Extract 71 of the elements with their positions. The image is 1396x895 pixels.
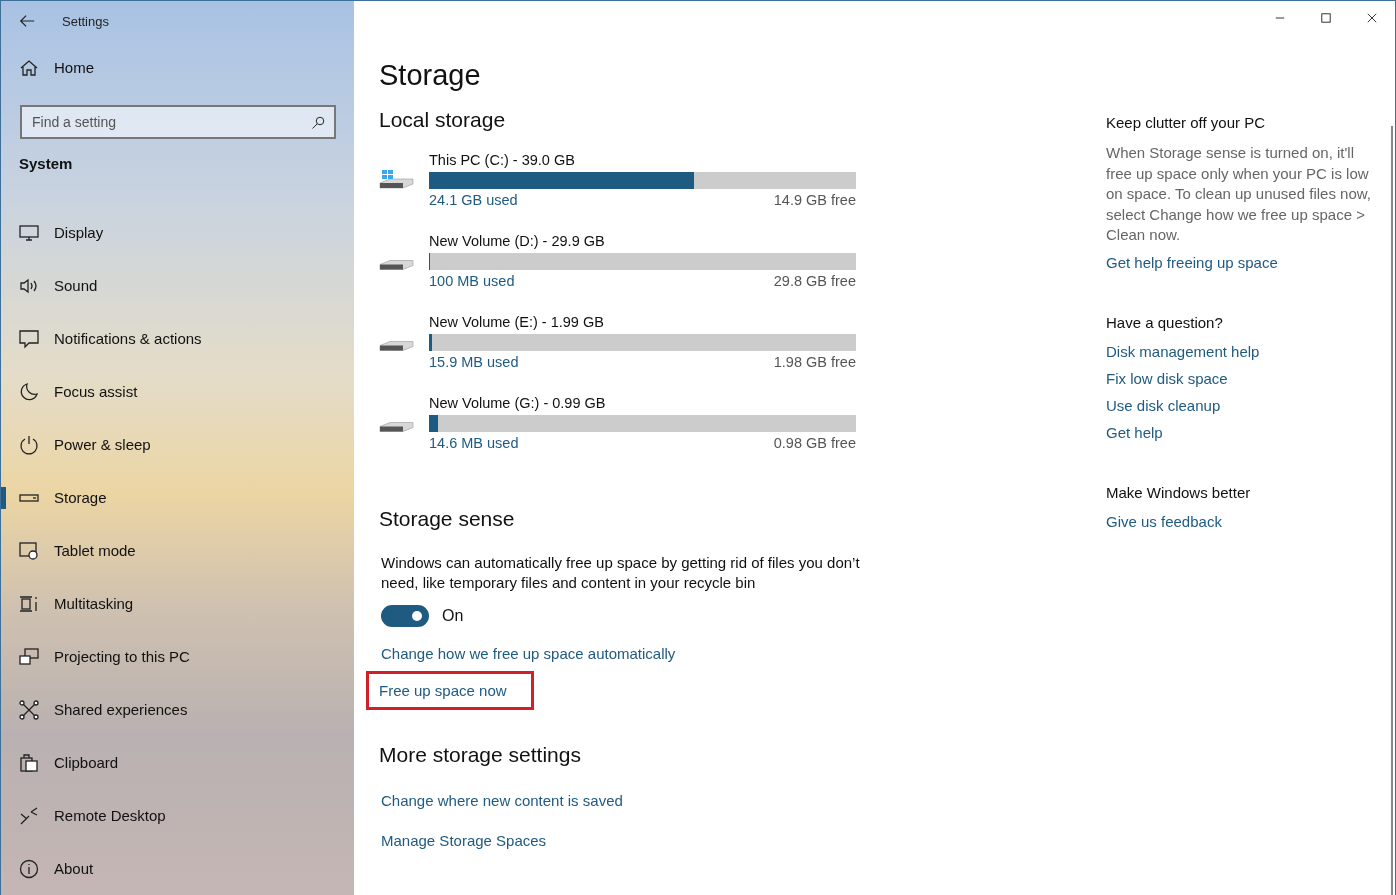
toggle-label: On [442, 607, 464, 625]
maximize-icon [1319, 11, 1333, 25]
sidebar-item[interactable]: Storage [1, 471, 354, 524]
sidebar-item[interactable]: Display [1, 206, 354, 259]
link[interactable]: Free up space now [369, 674, 531, 707]
link[interactable]: Change where new content is saved [381, 792, 623, 809]
free-space: 14.9 GB free [773, 192, 856, 208]
description: Windows can automatically free up space by getting rid of files you don’t need, like temporary files and content in your recycle bin [381, 553, 861, 593]
back-arrow-icon [18, 12, 36, 30]
window-title: Settings [62, 13, 109, 29]
drive-name: New Volume (E:) - 1.99 GB [429, 313, 605, 332]
sidebar-item[interactable]: Clipboard [1, 736, 354, 789]
help-link[interactable]: Use disk cleanup [1106, 396, 1221, 414]
sidebar-item[interactable]: Multitasking [1, 577, 354, 630]
free-space: 29.8 GB free [773, 273, 856, 289]
multitasking-icon [19, 593, 39, 614]
tablet-icon [19, 540, 39, 561]
network-nodes-icon [19, 699, 39, 720]
sidebar-item[interactable]: Tablet mode [1, 524, 354, 577]
used-space: 100 MB used [429, 273, 515, 289]
drive-icon [379, 341, 414, 351]
page-title: Storage [379, 59, 482, 92]
drive-name: New Volume (G:) - 0.99 GB [429, 394, 607, 413]
scrollbar[interactable] [1391, 126, 1393, 895]
help-link[interactable]: Get help [1106, 423, 1163, 441]
sidebar-item[interactable]: Sound [1, 259, 354, 312]
speech-bubble-icon [19, 328, 39, 349]
section-heading: Storage sense [379, 507, 516, 531]
projector-icon [19, 646, 39, 667]
section-heading: More storage settings [379, 743, 582, 767]
panel-heading: Make Windows better [1106, 483, 1252, 501]
free-space: 1.98 GB free [773, 354, 856, 370]
used-space: 14.6 MB used [429, 435, 519, 451]
back-button[interactable] [18, 12, 36, 30]
sidebar-item[interactable]: About [1, 842, 354, 895]
power-icon [19, 434, 39, 455]
sidebar-item[interactable]: Shared experiences [1, 683, 354, 736]
help-link[interactable]: Fix low disk space [1106, 369, 1228, 387]
monitor-icon [19, 222, 39, 243]
home-link[interactable]: Home [1, 41, 354, 94]
search-icon [311, 115, 326, 130]
help-link[interactable]: Get help freeing up space [1106, 253, 1278, 271]
free-space: 0.98 GB free [773, 435, 856, 451]
sidebar-item[interactable]: Notifications & actions [1, 312, 354, 365]
drive-icon [379, 260, 414, 270]
sidebar-item[interactable]: Power & sleep [1, 418, 354, 471]
panel-heading: Have a question? [1106, 313, 1224, 331]
section-heading: Local storage [379, 108, 507, 132]
drive-name: This PC (C:) - 39.0 GB [429, 151, 576, 170]
drive-icon [379, 422, 414, 432]
crescent-moon-icon [19, 381, 39, 402]
system-drive-icon [379, 170, 414, 189]
link[interactable]: Manage Storage Spaces [381, 832, 547, 849]
used-space: 15.9 MB used [429, 354, 519, 370]
info-icon [19, 858, 39, 879]
sidebar-item[interactable]: Remote Desktop [1, 789, 354, 842]
used-space: 24.1 GB used [429, 192, 518, 208]
panel-heading: Keep clutter off your PC [1106, 114, 1266, 131]
help-link[interactable]: Give us feedback [1106, 512, 1222, 530]
section-heading: System [18, 154, 74, 174]
close-icon [1365, 11, 1379, 25]
link[interactable]: Change how we free up space automatically [381, 645, 676, 662]
sidebar-item[interactable]: Projecting to this PC [1, 630, 354, 683]
help-link[interactable]: Disk management help [1106, 342, 1260, 360]
toggle-switch[interactable] [381, 605, 429, 627]
remote-desktop-icon [19, 805, 39, 826]
drive-name: New Volume (D:) - 29.9 GB [429, 232, 606, 251]
clipboard-icon [19, 752, 39, 773]
sidebar-item[interactable]: Focus assist [1, 365, 354, 418]
search-field[interactable]: Find a setting [20, 105, 336, 139]
panel-text: When Storage sense is turned on, it'll free up space only when your PC is low on space. To clean up unused files now, select Change how we free up space > Clean now. [1106, 143, 1372, 245]
